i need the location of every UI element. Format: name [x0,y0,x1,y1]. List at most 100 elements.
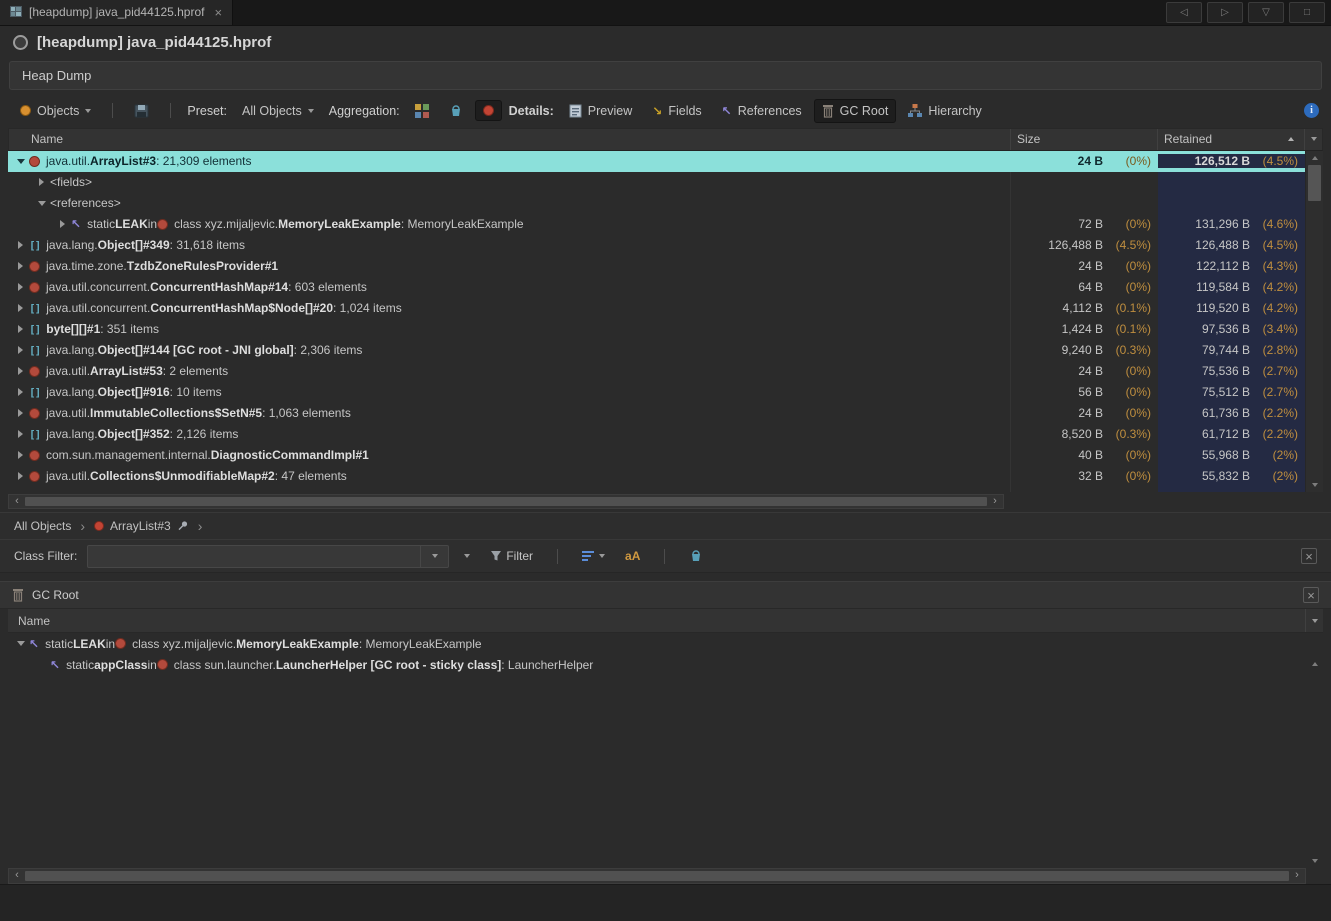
column-header-retained[interactable]: Retained [1157,129,1304,150]
breadcrumb-root[interactable]: All Objects [14,519,71,533]
filter-label: Filter [506,549,533,563]
heapdump-icon [13,35,28,50]
expand-toggle-icon[interactable] [12,346,29,354]
nav-dropdown-button[interactable]: ▽ [1248,2,1284,23]
tree-row[interactable]: java.time.zone.TzdbZoneRulesProvider#124… [8,256,1305,277]
vertical-scrollbar[interactable] [1305,151,1323,492]
instance-icon [29,450,40,461]
expand-toggle-icon[interactable] [12,388,29,396]
heapdump-tab[interactable]: [heapdump] java_pid44125.hprof × [0,0,233,25]
details-preview-button[interactable]: Preview [561,99,640,123]
instance-icon [29,471,40,482]
tree-row[interactable]: java.util.ArrayList#53 : 2 elements24 B(… [8,361,1305,382]
scroll-right-button[interactable]: › [1289,870,1305,881]
filter-type-dropdown[interactable] [577,547,610,565]
expand-toggle-icon[interactable] [12,283,29,291]
filter-history-dropdown[interactable] [459,551,475,561]
tree-row[interactable]: []java.lang.Object[]#144 [GC root - JNI … [8,340,1305,361]
nav-back-button[interactable]: ◁ [1166,2,1202,23]
filter-classes-button[interactable] [684,546,708,566]
details-gcroot-button[interactable]: GC Root [814,99,897,123]
scroll-up-button[interactable] [1306,657,1323,671]
scroll-down-button[interactable] [1306,854,1323,868]
scrollbar-thumb[interactable] [25,871,1289,881]
column-header-size[interactable]: Size [1010,129,1157,150]
fields-label: Fields [668,104,701,118]
breadcrumb-current[interactable]: ArrayList#3 [94,519,189,533]
match-case-toggle[interactable]: aA [620,546,645,566]
column-header-name[interactable]: Name [8,609,1305,632]
expand-toggle-icon[interactable] [54,220,71,228]
expand-toggle-icon[interactable] [12,472,29,480]
objects-view-dropdown[interactable]: Objects [12,99,99,123]
vertical-scrollbar[interactable] [1306,633,1323,868]
tree-row[interactable]: java.util.ImmutableCollections$SetN#5 : … [8,403,1305,424]
tree-row[interactable]: []java.lang.Object[]#349 : 31,618 items1… [8,235,1305,256]
apply-filter-button[interactable]: Filter [485,546,538,566]
preset-dropdown[interactable]: All Objects [234,99,322,123]
tree-row[interactable]: java.util.concurrent.ConcurrentHashMap#1… [8,277,1305,298]
expand-toggle-icon[interactable] [12,325,29,333]
collapse-toggle-icon[interactable] [12,159,29,164]
heap-dump-section-header[interactable]: Heap Dump [9,61,1322,90]
column-chooser-button[interactable] [1304,129,1322,150]
expand-toggle-icon[interactable] [12,304,29,312]
expand-toggle-icon[interactable] [12,451,29,459]
close-gc-root-panel-icon[interactable]: × [1303,587,1319,603]
maximize-button[interactable]: □ [1289,2,1325,23]
class-filter-input[interactable] [88,546,420,567]
aggregation-types-button[interactable] [407,99,437,123]
preview-icon [569,104,582,118]
retained-cell: 119,584 B(4.2%) [1158,280,1305,294]
expand-toggle-icon[interactable] [12,430,29,438]
combo-dropdown-button[interactable] [420,546,448,567]
aggregation-instances-toggle[interactable] [475,100,502,121]
expand-toggle-icon[interactable] [12,241,29,249]
scrollbar-thumb[interactable] [1308,165,1321,201]
tree-row[interactable]: <fields> [8,172,1305,193]
collapse-toggle-icon[interactable] [33,201,50,206]
scroll-left-button[interactable]: ‹ [9,496,25,507]
scroll-left-button[interactable]: ‹ [9,870,25,881]
pin-icon[interactable] [177,520,189,532]
info-icon[interactable]: i [1304,103,1319,118]
tree-row[interactable]: <references> [8,193,1305,214]
tree-row[interactable]: ↖static LEAK in class xyz.mijaljevic.Mem… [8,633,1306,654]
tree-row[interactable]: []java.lang.Object[]#352 : 2,126 items8,… [8,424,1305,445]
scroll-down-button[interactable] [1306,478,1323,492]
save-icon [134,104,149,118]
tree-row[interactable]: ↖static appClass in class sun.launcher.L… [8,654,1306,675]
tree-row[interactable]: []byte[][]#1 : 351 items1,424 B(0.1%)97,… [8,319,1305,340]
snapshot-save-button[interactable] [126,99,157,123]
size-cell: 56 B(0%) [1011,385,1158,399]
tab-close-icon[interactable]: × [214,6,222,19]
horizontal-scrollbar[interactable]: ‹ › [8,494,1004,509]
instance-icon [29,261,40,272]
tree-row[interactable]: ↖static LEAK in class xyz.mijaljevic.Mem… [8,214,1305,235]
scroll-up-button[interactable] [1306,151,1323,165]
retained-cell: 55,968 B(2%) [1158,448,1305,462]
details-fields-button[interactable]: ↘ Fields [644,99,709,123]
tree-row[interactable]: java.util.Collections$UnmodifiableMap#2 … [8,466,1305,487]
size-cell: 24 B(0%) [1011,154,1158,168]
details-hierarchy-button[interactable]: Hierarchy [900,99,990,123]
scroll-right-button[interactable]: › [987,496,1003,507]
instance-icon [157,219,168,230]
close-filter-bar-icon[interactable]: × [1301,548,1317,564]
tree-row[interactable]: java.util.ArrayList#3 : 21,309 elements2… [8,151,1305,172]
nav-forward-button[interactable]: ▷ [1207,2,1243,23]
tree-row[interactable]: com.sun.management.internal.DiagnosticCo… [8,445,1305,466]
tree-row[interactable]: []java.lang.Object[]#916 : 10 items56 B(… [8,382,1305,403]
expand-toggle-icon[interactable] [33,178,50,186]
details-references-button[interactable]: ↖ References [714,99,810,123]
column-chooser-button[interactable] [1305,609,1323,632]
collapse-toggle-icon[interactable] [12,641,29,646]
expand-toggle-icon[interactable] [12,409,29,417]
expand-toggle-icon[interactable] [12,262,29,270]
scrollbar-thumb[interactable] [25,497,987,506]
aggregation-classes-button[interactable] [441,99,471,123]
horizontal-scrollbar[interactable]: ‹ › [8,868,1306,884]
tree-row[interactable]: []java.util.concurrent.ConcurrentHashMap… [8,298,1305,319]
column-header-name[interactable]: Name [9,129,1010,150]
expand-toggle-icon[interactable] [12,367,29,375]
